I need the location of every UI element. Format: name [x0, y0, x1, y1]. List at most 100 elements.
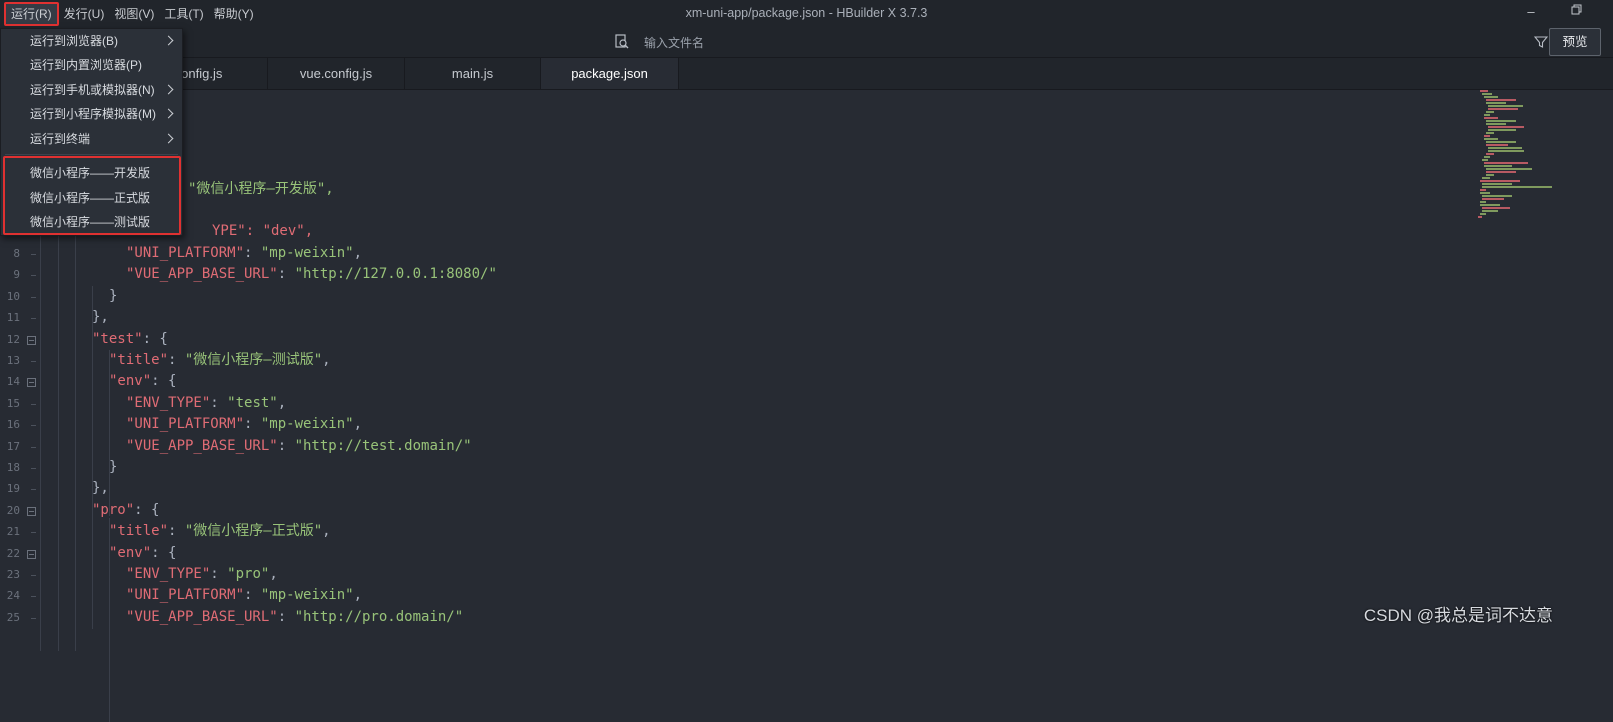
- minimap-line: [1480, 204, 1500, 206]
- minimap-line: [1488, 150, 1524, 152]
- minimap-line: [1486, 102, 1506, 104]
- minimap-line: [1484, 156, 1490, 158]
- minimap-line: [1488, 105, 1523, 107]
- minimap-line: [1486, 123, 1506, 125]
- code-line: "env": {: [109, 544, 177, 561]
- minimap-line: [1484, 162, 1528, 164]
- minimap-line: [1482, 210, 1498, 212]
- run-menu-dropdown: 运行到浏览器(B) 运行到内置浏览器(P) 运行到手机或模拟器(N) 运行到小程…: [0, 28, 183, 236]
- tab-bar: config.js vue.config.js main.js package.…: [0, 58, 1613, 90]
- run-to-terminal-item[interactable]: 运行到终端: [1, 127, 182, 151]
- minimap-line: [1484, 96, 1498, 98]
- minimap-line: [1484, 138, 1498, 140]
- minimap-line: [1486, 174, 1494, 176]
- file-name-input[interactable]: [642, 32, 1466, 54]
- code-line-5: "微信小程序—开发版",: [188, 181, 334, 197]
- minimap-line: [1482, 183, 1512, 185]
- run-to-miniprogram-item[interactable]: 运行到小程序模拟器(M): [1, 102, 182, 126]
- minimap-line: [1480, 180, 1520, 182]
- code-line-7: YPE": "dev",: [212, 223, 314, 239]
- minimap-line: [1484, 135, 1490, 137]
- minimap-line: [1486, 171, 1516, 173]
- minimap-line: [1486, 99, 1516, 101]
- minimap-line: [1488, 108, 1518, 110]
- search-file-icon[interactable]: [614, 34, 630, 50]
- indent-guide: [92, 286, 93, 629]
- code-line: }: [109, 287, 118, 304]
- minimap-line: [1482, 159, 1488, 161]
- window-controls: –: [1523, 3, 1585, 21]
- code-line: "test": {: [92, 330, 168, 347]
- menu-run[interactable]: 运行(R): [4, 1, 59, 26]
- code-line: "title": "微信小程序—正式版",: [109, 523, 331, 540]
- indent-guide: [109, 436, 110, 516]
- minimap-line: [1482, 207, 1510, 209]
- minimize-icon[interactable]: –: [1523, 3, 1539, 21]
- minimap-line: [1480, 201, 1486, 203]
- run-to-browser-item[interactable]: 运行到浏览器(B): [1, 29, 182, 53]
- code-line: "VUE_APP_BASE_URL": "http://127.0.0.1:80…: [126, 266, 497, 283]
- custom-items-highlight: [3, 156, 181, 235]
- code-line: "UNI_PLATFORM": "mp-weixin",: [126, 587, 363, 604]
- menu-bar: 运行(R) 发行(U) 视图(V) 工具(T) 帮助(Y): [4, 0, 259, 27]
- tab-main-js[interactable]: main.js: [405, 58, 541, 89]
- chevron-right-icon: [163, 35, 174, 46]
- minimap-line: [1486, 168, 1532, 170]
- code-line: "UNI_PLATFORM": "mp-weixin",: [126, 416, 363, 433]
- menu-publish[interactable]: 发行(U): [59, 4, 110, 24]
- chevron-right-icon: [163, 84, 174, 95]
- code-area[interactable]: "微信小程序—开发版", YPE": "dev", "UNI_PLATFORM"…: [0, 90, 1490, 722]
- chevron-right-icon: [163, 133, 174, 144]
- minimap-line: [1484, 117, 1498, 119]
- minimap-line: [1480, 189, 1486, 191]
- run-to-builtin-browser-item[interactable]: 运行到内置浏览器(P): [1, 53, 182, 77]
- minimap-line: [1488, 129, 1516, 131]
- minimap-line: [1486, 132, 1494, 134]
- restore-icon[interactable]: [1569, 3, 1585, 21]
- watermark: CSDN @我总是词不达意: [1363, 606, 1553, 625]
- indent-guide: [109, 622, 110, 722]
- code-line: "title": "微信小程序—测试版",: [109, 352, 331, 368]
- code-line: "UNI_PLATFORM": "mp-weixin",: [126, 245, 363, 261]
- minimap-line: [1482, 177, 1490, 179]
- preview-button[interactable]: 预览: [1549, 28, 1601, 56]
- tab-package-json[interactable]: package.json: [541, 58, 679, 89]
- code-line: "VUE_APP_BASE_URL": "http://test.domain/…: [126, 437, 472, 454]
- tab-vue-config-js[interactable]: vue.config.js: [268, 58, 405, 89]
- minimap[interactable]: [1475, 90, 1605, 230]
- minimap-line: [1478, 216, 1482, 218]
- chevron-right-icon: [163, 108, 174, 119]
- minimap-line: [1488, 147, 1522, 149]
- minimap-line: [1482, 195, 1512, 197]
- minimap-line: [1486, 111, 1494, 113]
- menu-view[interactable]: 视图(V): [109, 4, 159, 24]
- code-line: "ENV_TYPE": "pro",: [126, 566, 278, 582]
- menu-help[interactable]: 帮助(Y): [209, 4, 259, 24]
- run-to-device-item[interactable]: 运行到手机或模拟器(N): [1, 78, 182, 102]
- minimap-line: [1482, 198, 1504, 200]
- minimap-line: [1488, 126, 1524, 128]
- minimap-line: [1486, 153, 1494, 155]
- code-line: "pro": {: [92, 501, 160, 518]
- code-line: },: [92, 309, 109, 326]
- filter-icon[interactable]: [1534, 35, 1548, 49]
- minimap-line: [1486, 141, 1516, 143]
- minimap-line: [1486, 144, 1508, 146]
- code-editor[interactable]: 8 9 10 11 12 13 14 15 16 17 18 19 20 21 22 23 24 25 "微信小程…: [0, 90, 1613, 722]
- minimap-line: [1482, 93, 1492, 95]
- minimap-line: [1480, 90, 1488, 92]
- menu-tools[interactable]: 工具(T): [159, 4, 208, 24]
- code-line: },: [92, 480, 109, 497]
- minimap-line: [1486, 120, 1516, 122]
- minimap-line: [1482, 186, 1552, 188]
- file-search-bar: 预览: [604, 27, 1607, 57]
- menu-divider: [5, 154, 178, 155]
- minimap-line: [1484, 165, 1512, 167]
- code-line: "env": {: [109, 373, 177, 390]
- code-line: "ENV_TYPE": "test",: [126, 394, 287, 411]
- code-line: "VUE_APP_BASE_URL": "http://pro.domain/": [126, 608, 464, 625]
- minimap-line: [1480, 213, 1486, 215]
- minimap-line: [1484, 114, 1490, 116]
- minimap-line: [1480, 192, 1490, 194]
- code-line: }: [109, 459, 118, 475]
